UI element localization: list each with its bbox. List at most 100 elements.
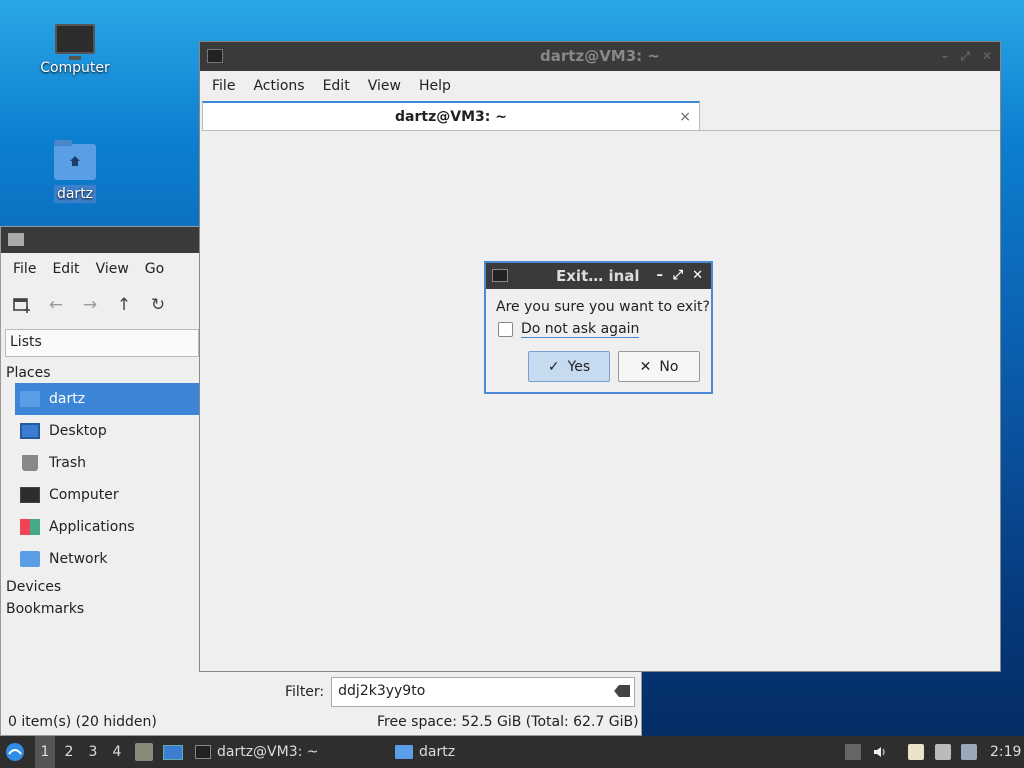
clock[interactable]: 2:19 xyxy=(990,736,1021,768)
status-item-count: 0 item(s) (20 hidden) xyxy=(8,714,157,730)
maximize-icon[interactable]: ⤢ xyxy=(960,42,970,71)
tab-close-icon[interactable]: × xyxy=(679,103,691,131)
terminal-tab[interactable]: dartz@VM3: ~ × xyxy=(202,101,700,131)
menu-go[interactable]: Go xyxy=(137,261,172,277)
maximize-icon[interactable]: ⤢ xyxy=(673,263,683,289)
workspace-3[interactable]: 3 xyxy=(83,736,103,768)
arrow-right-icon: → xyxy=(82,295,98,315)
menu-edit[interactable]: Edit xyxy=(44,261,87,277)
tab-divider xyxy=(700,130,1000,131)
task-label: dartz xyxy=(419,744,456,760)
filter-value: ddj2k3yy9to xyxy=(338,683,426,699)
arrow-left-icon: ← xyxy=(48,295,64,315)
checkbox-label[interactable]: Do not ask again xyxy=(521,321,640,338)
desktop-icon-home[interactable]: dartz xyxy=(30,140,120,203)
folder-icon xyxy=(8,233,24,246)
check-icon: ✓ xyxy=(547,358,560,375)
up-button[interactable]: ↑ xyxy=(111,292,137,318)
filter-bar: Filter: ddj2k3yy9to xyxy=(285,677,636,707)
dialog-buttons: ✓ Yes ✕ No xyxy=(528,351,700,382)
terminal-titlebar[interactable]: dartz@VM3: ~ – ⤢ ✕ xyxy=(200,42,1000,71)
sidebar-item-label: dartz xyxy=(49,391,86,407)
show-desktop-icon[interactable] xyxy=(163,745,183,760)
reload-button[interactable]: ↻ xyxy=(145,292,171,318)
dialog-titlebar[interactable]: Exit… inal – ⤢ ✕ xyxy=(486,263,711,289)
do-not-ask-checkbox[interactable] xyxy=(498,322,513,337)
workspace-2[interactable]: 2 xyxy=(59,736,79,768)
sidebar-item-desktop[interactable]: Desktop xyxy=(15,415,199,447)
notification-icon[interactable] xyxy=(961,744,977,760)
yes-label: Yes xyxy=(567,358,591,375)
menu-file[interactable]: File xyxy=(5,261,44,277)
filter-label: Filter: xyxy=(285,684,325,700)
updates-icon[interactable] xyxy=(845,744,861,760)
status-bar: 0 item(s) (20 hidden) Free space: 52.5 G… xyxy=(1,711,641,735)
workspace-1[interactable]: 1 xyxy=(35,736,55,768)
yes-button[interactable]: ✓ Yes xyxy=(528,351,610,382)
do-not-ask-checkbox-row[interactable]: Do not ask again xyxy=(486,315,711,338)
close-icon[interactable]: ✕ xyxy=(982,42,992,71)
menu-file[interactable]: File xyxy=(203,78,244,94)
reload-icon: ↻ xyxy=(150,295,166,315)
start-menu-icon xyxy=(6,743,24,761)
menu-view[interactable]: View xyxy=(359,78,410,94)
terminal-icon xyxy=(492,269,508,282)
sidebar-item-trash[interactable]: Trash xyxy=(15,447,199,479)
workspace-4[interactable]: 4 xyxy=(107,736,127,768)
sidebar-item-label: Trash xyxy=(49,455,86,471)
terminal-icon xyxy=(195,745,211,759)
network-icon[interactable] xyxy=(935,744,951,760)
sidebar-item-label: Computer xyxy=(49,487,119,503)
sidebar-item-home[interactable]: dartz xyxy=(15,383,199,415)
sidebar-item-label: Network xyxy=(49,551,108,567)
new-window-icon xyxy=(13,298,30,313)
exit-dialog: Exit… inal – ⤢ ✕ Are you sure you want t… xyxy=(484,261,713,394)
minimize-icon[interactable]: – xyxy=(657,263,664,289)
no-label: No xyxy=(659,358,679,375)
volume-icon[interactable] xyxy=(872,744,888,760)
desktop-icon xyxy=(20,423,40,439)
terminal-icon xyxy=(207,49,223,63)
sidebar-item-label: Applications xyxy=(49,519,135,535)
file-manager-launcher-icon[interactable] xyxy=(135,743,153,761)
dialog-title: Exit… inal xyxy=(556,267,640,285)
dialog-question: Are you sure you want to exit? xyxy=(496,299,710,315)
folder-icon xyxy=(395,745,413,759)
window-title: dartz@VM3: ~ xyxy=(540,47,660,65)
network-icon xyxy=(20,551,40,567)
close-icon[interactable]: ✕ xyxy=(692,263,703,289)
start-menu-button[interactable] xyxy=(4,736,30,768)
cross-icon: ✕ xyxy=(639,358,652,375)
trash-icon xyxy=(22,455,38,471)
side-pane-mode-select[interactable]: Lists xyxy=(5,329,199,357)
sidebar-item-network[interactable]: Network xyxy=(15,543,199,575)
status-free-space: Free space: 52.5 GiB (Total: 62.7 GiB) xyxy=(377,714,639,730)
terminal-menubar: File Actions Edit View Help xyxy=(200,71,1000,101)
desktop-icon-label: dartz xyxy=(53,185,97,203)
sidebar-item-applications[interactable]: Applications xyxy=(15,511,199,543)
arrow-up-icon: ↑ xyxy=(116,295,132,315)
clipboard-icon[interactable] xyxy=(908,744,924,760)
forward-button[interactable]: → xyxy=(77,292,103,318)
menu-view[interactable]: View xyxy=(88,261,137,277)
minimize-icon[interactable]: – xyxy=(942,42,948,71)
menu-edit[interactable]: Edit xyxy=(314,78,359,94)
sidebar-item-computer[interactable]: Computer xyxy=(15,479,199,511)
back-button[interactable]: ← xyxy=(43,292,69,318)
taskbar: 1 2 3 4 dartz@VM3: ~ dartz 2:19 xyxy=(0,736,1024,768)
no-button[interactable]: ✕ No xyxy=(618,351,700,382)
computer-icon xyxy=(20,487,40,503)
task-file-manager[interactable]: dartz xyxy=(395,736,455,768)
menu-help[interactable]: Help xyxy=(410,78,460,94)
menu-actions[interactable]: Actions xyxy=(244,78,313,94)
home-folder-icon xyxy=(54,140,96,180)
desktop-icon-computer[interactable]: Computer xyxy=(30,24,120,76)
desktop-icon-label: Computer xyxy=(40,60,110,76)
filter-input[interactable]: ddj2k3yy9to xyxy=(331,677,636,707)
new-window-button[interactable] xyxy=(9,292,35,318)
applications-icon xyxy=(20,519,40,535)
clear-icon[interactable] xyxy=(614,685,631,697)
sidebar-item-label: Desktop xyxy=(49,423,107,439)
task-label: dartz@VM3: ~ xyxy=(217,744,319,760)
task-terminal[interactable]: dartz@VM3: ~ xyxy=(195,736,319,768)
